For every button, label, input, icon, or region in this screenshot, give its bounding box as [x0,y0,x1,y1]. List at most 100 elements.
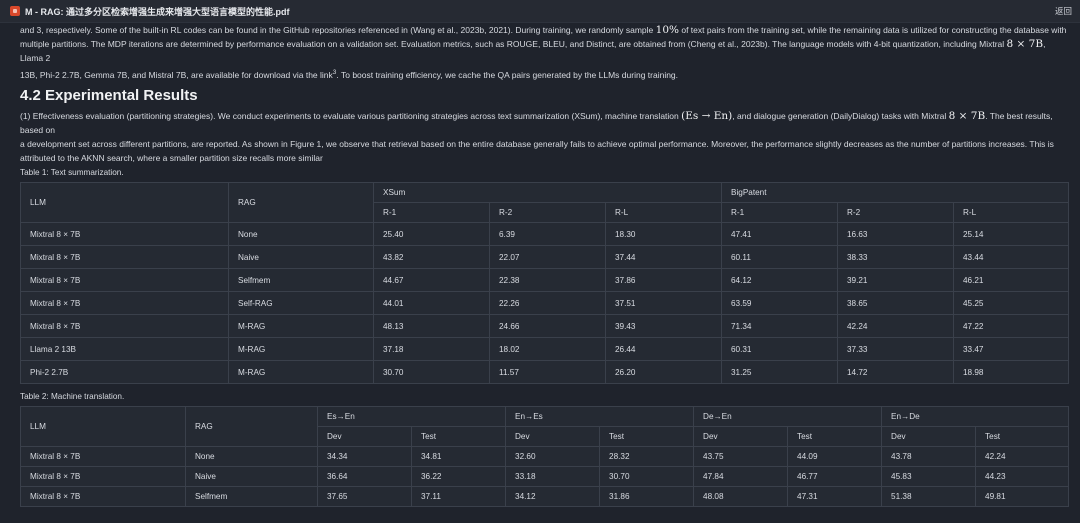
table-cell: 37.18 [373,337,490,362]
table-cell: 36.22 [410,466,507,488]
table-cell: 28.32 [599,446,695,468]
table-cell: 37.33 [837,337,954,362]
table-cell: 33.47 [953,337,1069,362]
table-cell: 39.43 [605,314,722,339]
table-cell: 43.82 [373,245,490,270]
table-row: Mixtral 8 × 7B None 25.40 6.39 18.30 47.41 16.… [20,222,1069,247]
table-cell: 26.20 [605,360,722,385]
table-row: Mixtral 8 × 7B Selfmem 37.65 37.11 34.12 31.8… [20,486,1070,508]
table-row: Mixtral 8 × 7B Naive 36.64 36.22 33.18 30.70 4… [20,466,1070,488]
table-cell: 24.66 [489,314,606,339]
table-cell: 46.77 [787,466,883,488]
table-cell: 48.08 [693,486,789,508]
table2-header-en-de: En→De [881,406,1070,428]
table-cell: 34.12 [505,486,601,508]
table-cell: 48.13 [373,314,490,339]
table-cell: 18.30 [605,222,722,247]
table-cell: Mixtral 8 × 7B [20,245,229,270]
table-cell: 34.81 [410,446,507,468]
table-text-summarization: LLM RAG XSum BigPatent R-1 R-2 R-L R-1 R… [20,182,1069,385]
table-cell: 39.21 [837,268,954,293]
table-cell: 22.26 [489,291,606,316]
table-cell: 37.86 [605,268,722,293]
table-cell: None [228,222,374,247]
table-cell: 18.02 [489,337,606,362]
table-cell: 60.31 [721,337,838,362]
table-cell: 45.83 [881,466,977,488]
table-cell: Selfmem [185,486,318,508]
table-cell: 6.39 [489,222,606,247]
table-row: Phi-2 2.7B M-RAG 30.70 11.57 26.20 31.25 14.72… [20,360,1069,385]
table-cell: None [185,446,318,468]
table-cell: 43.78 [881,446,977,468]
table-cell: Mixtral 8 × 7B [20,466,186,488]
table-cell: Selfmem [228,268,374,293]
table-cell: 42.24 [975,446,1070,468]
table-cell: 16.63 [837,222,954,247]
table-row: Mixtral 8 × 7B Selfmem 44.67 22.38 37.86 64.1… [20,268,1069,293]
table-cell: 25.40 [373,222,490,247]
table-cell: M-RAG [228,314,374,339]
table1-subheader: R-1 [373,202,490,224]
table-cell: 31.25 [721,360,838,385]
table-cell: 22.38 [489,268,606,293]
table-cell: 30.70 [599,466,695,488]
table2-caption: Table 2: Machine translation. [20,392,125,402]
table-cell: 43.44 [953,245,1069,270]
table1-header-llm: LLM [20,182,229,224]
table1-subheader: R-1 [721,202,838,224]
table-cell: 33.18 [505,466,601,488]
table2-subheader: Dev [317,426,412,448]
table-cell: 63.59 [721,291,838,316]
table1-caption: Table 1: Text summarization. [20,168,124,178]
table-cell: 26.44 [605,337,722,362]
table-row: Mixtral 8 × 7B None 34.34 34.81 32.60 28.32 43… [20,446,1070,468]
table-cell: 11.57 [489,360,606,385]
table-cell: 32.60 [505,446,601,468]
table2-subheader: Dev [505,426,601,448]
table-cell: 47.31 [787,486,883,508]
table-cell: 44.67 [373,268,490,293]
table-cell: Self-RAG [228,291,374,316]
table-cell: Llama 2 13B [20,337,229,362]
table-cell: 44.01 [373,291,490,316]
table-cell: 51.38 [881,486,977,508]
table-cell: 14.72 [837,360,954,385]
table1-subheader: R-2 [837,202,954,224]
table-cell: 22.07 [489,245,606,270]
table-cell: Mixtral 8 × 7B [20,446,186,468]
table-cell: 25.14 [953,222,1069,247]
table-cell: 37.65 [317,486,412,508]
table1-header-rag: RAG [228,182,374,224]
table2-subheader: Test [787,426,883,448]
window-titlebar: M - RAG: 通过多分区检索增强生成来增强大型语言模型的性能.pdf 返回 [0,0,1080,23]
results-paragraph: (1) Effectiveness evaluation (partitioni… [20,109,1054,164]
table-cell: 64.12 [721,268,838,293]
table-cell: 34.34 [317,446,412,468]
table2-subheader: Test [975,426,1070,448]
table2-header-es-en: Es→En [316,406,507,428]
section-heading: 4.2 Experimental Results [20,86,198,104]
table-cell: Mixtral 8 × 7B [20,268,229,293]
table-cell: Mixtral 8 × 7B [20,486,186,508]
table2-header-llm: LLM [20,406,186,448]
intro-paragraph: and 3, respectively. Some of the built-i… [20,24,1067,80]
table-cell: 43.75 [693,446,789,468]
table-cell: 38.33 [837,245,954,270]
table1-subheader: R-L [953,202,1069,224]
table-cell: Naive [185,466,318,488]
table-cell: 31.86 [599,486,695,508]
table2-subheader: Dev [881,426,977,448]
document-body: and 3, respectively. Some of the built-i… [0,23,1080,508]
table1-subheader: R-L [605,202,722,224]
table-cell: 37.51 [605,291,722,316]
table-cell: M-RAG [228,337,374,362]
table-row: Mixtral 8 × 7B Self-RAG 44.01 22.26 37.51 63.… [20,291,1069,316]
table-machine-translation: LLM RAG Es→En En→Es De→En En→De Dev Test… [20,406,1070,508]
table-cell: 45.25 [953,291,1069,316]
table1-subheader: R-2 [489,202,606,224]
table1-body: Mixtral 8 × 7B None 25.40 6.39 18.30 47.41 16.… [20,222,1069,385]
back-button[interactable]: 返回 [1055,5,1072,17]
table2-subheader: Dev [693,426,789,448]
table-cell: M-RAG [228,360,374,385]
